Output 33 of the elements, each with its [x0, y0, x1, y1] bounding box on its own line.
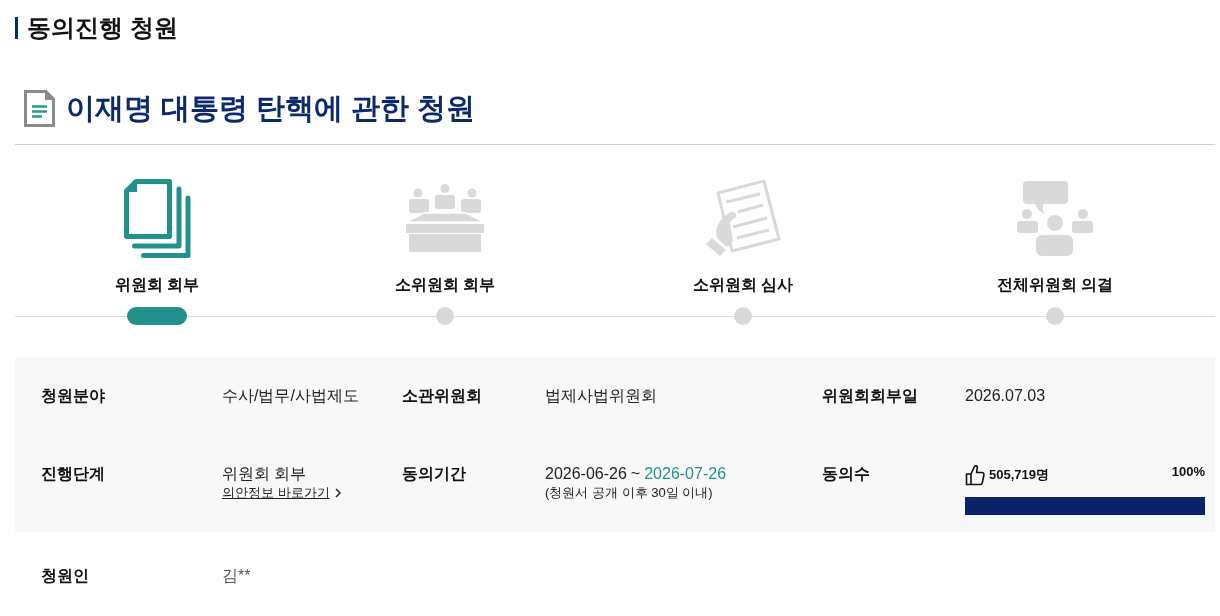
- field-label: 동의수: [822, 464, 870, 484]
- step-label: 위원회 회부: [114, 275, 200, 295]
- period-note: (청원서 공개 이후 30일 이내): [545, 484, 713, 502]
- meeting-table-icon: [406, 184, 484, 252]
- people-speech-icon: [1017, 180, 1093, 256]
- field-label: 청원인: [41, 566, 89, 586]
- hand-paper-icon: [705, 179, 781, 257]
- field-label: 위원회회부일: [822, 386, 918, 406]
- field-value: 법제사법위원회: [545, 386, 657, 406]
- vote-percent: 100%: [1171, 464, 1205, 480]
- petitioner-name: 김**: [222, 566, 251, 586]
- page-heading: 동의진행 청원: [27, 13, 178, 43]
- step-label: 소위원회 심사: [692, 275, 794, 295]
- chevron-right-icon: [334, 488, 341, 498]
- field-value: 위원회 회부: [222, 464, 307, 484]
- step-label: 소위원회 회부: [394, 275, 496, 295]
- field-label: 소관위원회: [402, 386, 482, 406]
- field-label: 청원분야: [41, 386, 105, 406]
- field-label: 진행단계: [41, 464, 105, 484]
- end-date: 2026-07-26: [644, 464, 727, 484]
- field-value: 수사/법무/사법제도: [222, 386, 359, 406]
- field-label: 동의기간: [402, 464, 466, 484]
- heading-accent-bar: [15, 17, 18, 39]
- start-date: 2026-06-26: [545, 464, 627, 484]
- documents-icon: [123, 178, 191, 258]
- petition-title: 이재명 대통령 탄핵에 관한 청원: [66, 91, 476, 126]
- step-label: 전체위원회 의결: [996, 275, 1114, 295]
- thumbs-up-icon: [965, 464, 985, 486]
- date-separator: ~: [630, 464, 641, 484]
- bill-info-link[interactable]: 의안정보 바로가기: [222, 484, 341, 502]
- field-value: 2026.07.03: [965, 386, 1046, 406]
- document-icon: [24, 89, 55, 127]
- vote-count: 505,719명: [989, 466, 1049, 484]
